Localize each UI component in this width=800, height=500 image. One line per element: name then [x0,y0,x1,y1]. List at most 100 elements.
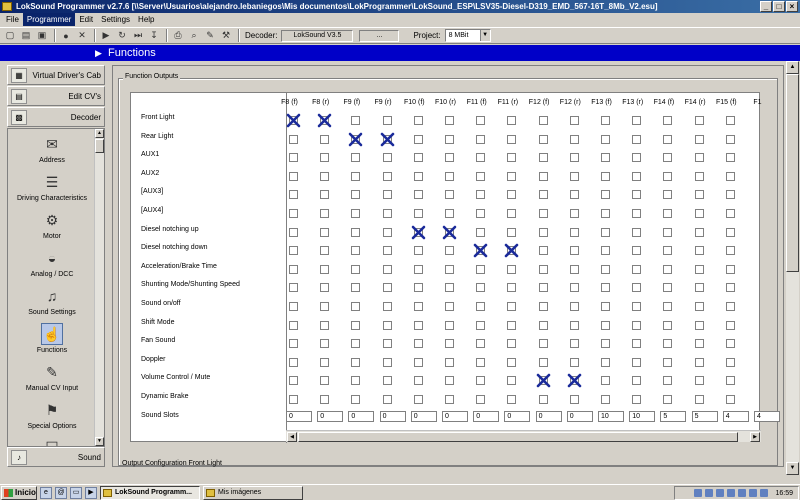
mapping-checkbox[interactable] [382,320,392,330]
mapping-checkbox[interactable] [289,376,298,386]
mapping-checkbox[interactable] [601,357,610,367]
mapping-checkbox[interactable] [507,153,517,163]
mapping-checkbox[interactable] [351,171,361,181]
mapping-checkbox[interactable] [663,395,673,404]
save-icon[interactable]: ▣ [35,29,49,42]
mapping-checkbox[interactable] [413,116,423,125]
mapping-checkbox[interactable] [507,302,517,311]
tab-decoder[interactable]: ▩ Decoder [7,107,105,127]
mapping-checkbox[interactable] [632,376,642,386]
sound-slot-input[interactable]: 0 [317,410,344,422]
menu-file[interactable]: File [2,13,23,26]
mapping-checkbox[interactable] [351,116,361,125]
mapping-checkbox[interactable] [601,264,610,274]
tab-virtual-drivers-cab[interactable]: ▦ Virtual Driver's Cab [7,65,105,85]
mapping-checkbox[interactable] [569,227,579,237]
mapping-checkbox[interactable] [538,320,548,330]
sound-slot-input[interactable]: 5 [691,410,718,422]
mapping-checkbox[interactable] [289,134,298,144]
new-file-icon[interactable]: ▢ [3,29,17,42]
mapping-checkbox[interactable] [445,190,454,200]
mapping-checkbox[interactable] [351,264,361,274]
sound-slot-input[interactable]: 0 [348,410,375,422]
mapping-checkbox[interactable] [601,376,610,386]
mapping-checkbox[interactable] [413,320,423,330]
mapping-checkbox[interactable] [538,134,548,144]
mapping-checkbox[interactable] [445,264,454,274]
mapping-checkbox[interactable] [289,171,298,181]
mapping-checkbox[interactable] [351,357,361,367]
mapping-checkbox[interactable] [632,339,642,349]
mapping-checkbox[interactable] [538,116,548,125]
tab-edit-cvs[interactable]: ▤ Edit CV's [7,86,105,106]
mapping-checkbox[interactable] [413,246,423,256]
menu-programmer[interactable]: Programmer [22,13,76,26]
mapping-checkbox[interactable] [601,153,610,163]
mapping-checkbox[interactable] [632,246,642,256]
sound-slot-input[interactable]: 10 [629,410,656,422]
mapping-checkbox[interactable] [663,209,673,218]
mapping-checkbox[interactable] [289,302,298,311]
mapping-checkbox[interactable] [445,339,454,349]
mapping-checkbox[interactable] [289,339,298,349]
mapping-checkbox[interactable] [351,246,361,256]
mapping-checkbox[interactable] [476,357,486,367]
mapping-checkbox[interactable] [569,283,579,293]
sidebar-item-special-options[interactable]: ⚑ Special Options [8,399,96,431]
mapping-checkbox[interactable] [725,116,735,125]
mapping-checkbox[interactable] [382,339,392,349]
mapping-checkbox[interactable] [382,190,392,200]
mapping-checkbox[interactable] [601,171,610,181]
scroll-up-icon[interactable]: ▲ [786,61,799,74]
mapping-checkbox[interactable] [476,264,486,274]
mapping-checkbox[interactable] [538,153,548,163]
mapping-checkbox[interactable] [413,339,423,349]
scroll-right-icon[interactable]: ▶ [750,432,760,442]
stop-icon[interactable]: ● [59,29,73,42]
mapping-checkbox[interactable] [694,264,704,274]
mapping-checkbox[interactable] [694,134,704,144]
mapping-checkbox[interactable] [601,302,610,311]
scroll-thumb[interactable] [95,139,104,153]
mapping-checkbox[interactable] [382,395,392,404]
sound-slot-input[interactable]: 0 [379,410,406,422]
sidebar-item-analog-dcc[interactable]: ◒ Analog / DCC [8,247,96,278]
mapping-checkbox[interactable] [351,153,361,163]
mapping-checkbox[interactable] [601,283,610,293]
start-button[interactable]: Inicio [1,485,37,500]
mapping-checkbox[interactable] [663,357,673,367]
mapping-checkbox[interactable] [569,134,579,144]
mapping-checkbox[interactable] [445,246,454,256]
mapping-checkbox[interactable] [445,153,454,163]
mapping-checkbox[interactable] [538,283,548,293]
mapping-checkbox[interactable] [476,227,486,237]
mapping-checkbox[interactable] [320,302,330,311]
sound-slot-input[interactable]: 0 [535,410,562,422]
mapping-checkbox[interactable] [445,134,454,144]
mapping-checkbox[interactable] [694,320,704,330]
mapping-checkbox[interactable] [569,171,579,181]
mapping-checkbox[interactable] [476,190,486,200]
quicklaunch-desktop-icon[interactable]: ▭ [70,486,82,499]
scroll-down-icon[interactable]: ▼ [786,462,799,475]
tray-network-icon[interactable] [694,489,703,497]
mapping-checkbox[interactable] [725,209,735,218]
mapping-checkbox[interactable] [663,246,673,256]
mapping-checkbox[interactable] [663,116,673,125]
mapping-checkbox[interactable] [476,302,486,311]
mapping-checkbox[interactable] [538,190,548,200]
mapping-checkbox[interactable] [569,395,579,404]
quicklaunch-mail-icon[interactable]: @ [55,486,67,499]
decoder-extra-button[interactable]: ... [359,29,400,42]
task-mis-imagenes[interactable]: Mis imágenes [203,485,303,500]
mapping-checkbox[interactable] [725,320,735,330]
sound-slot-input[interactable]: 10 [598,410,624,422]
mapping-checkbox[interactable] [725,171,735,181]
grid-horizontal-scrollbar[interactable]: ◀ ▶ [286,430,761,442]
mapping-checkbox[interactable] [413,283,423,293]
mapping-checkbox[interactable] [413,153,423,163]
mapping-checkbox[interactable] [320,395,330,404]
mapping-checkbox[interactable] [445,395,454,404]
sidebar-item-manual-cv-input[interactable]: ✎ Manual CV Input [8,361,96,393]
quicklaunch-media-icon[interactable]: ▶ [85,486,97,499]
